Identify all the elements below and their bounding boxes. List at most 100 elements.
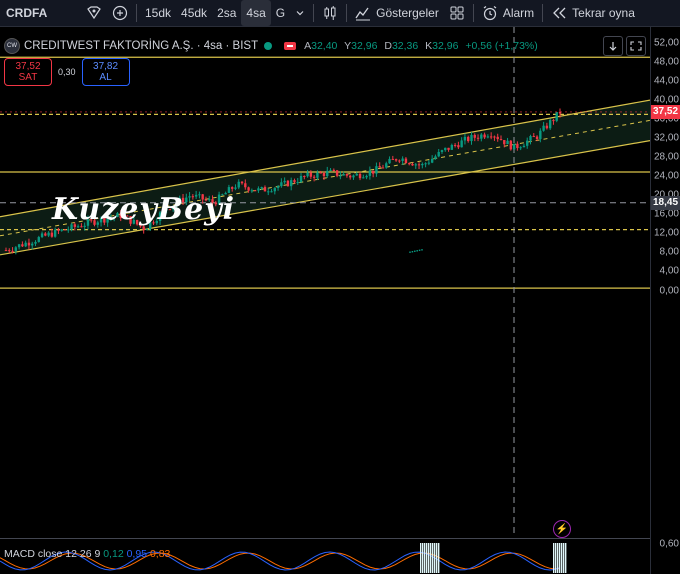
macd-histogram-bar xyxy=(420,543,422,573)
candle-body xyxy=(539,130,542,139)
candle-body xyxy=(237,181,240,188)
sell-button[interactable]: 37,52 SAT xyxy=(4,58,52,86)
candle-body xyxy=(335,170,339,176)
macd-histogram-bar xyxy=(559,543,561,573)
candle-body xyxy=(17,244,21,248)
candle-body xyxy=(417,164,421,166)
candle-body xyxy=(339,175,342,177)
candle-body xyxy=(548,120,552,129)
candle-body xyxy=(388,158,391,164)
candle-body xyxy=(355,173,358,176)
candle-body xyxy=(463,136,467,141)
candle-body xyxy=(240,181,244,184)
macd-histogram-bar xyxy=(553,543,555,573)
candle-body xyxy=(529,136,532,141)
interval-4sa[interactable]: 4sa xyxy=(241,0,271,26)
candle-body xyxy=(365,175,368,178)
layout-grid-icon[interactable] xyxy=(444,0,470,26)
macd-histogram-bar xyxy=(424,543,426,573)
symbol-title[interactable]: CREDITWEST FAKTORİNG A.Ş. · 4sa · BIST xyxy=(24,40,258,52)
price-axis[interactable]: 52,00 48,00 44,00 40,00 36,00 32,00 28,00 24,00… xyxy=(650,27,680,574)
candle-body xyxy=(522,145,526,148)
symbol-info-icon[interactable] xyxy=(81,0,107,26)
candle-body xyxy=(24,242,27,247)
candle-body xyxy=(509,140,513,150)
candle-body xyxy=(306,172,309,177)
candle-body xyxy=(375,166,378,174)
candle-body xyxy=(555,112,558,121)
interval-dropdown-icon[interactable] xyxy=(290,0,310,26)
scroll-down-button[interactable] xyxy=(603,36,623,56)
candle-body xyxy=(476,137,480,139)
price-chart-pane[interactable] xyxy=(0,27,650,537)
buy-button[interactable]: 37,82 AL xyxy=(81,58,130,86)
candle-body xyxy=(516,143,519,149)
candle-body xyxy=(496,136,499,140)
candle-body xyxy=(483,134,486,138)
chart-window: CRDFA 15dk 45dk 2sa 4sa G Göstergeler Al… xyxy=(0,0,680,574)
candle-body xyxy=(244,183,247,188)
divider xyxy=(136,4,137,22)
candle-body xyxy=(270,191,273,193)
price-axis-tick: 32,00 xyxy=(653,132,679,144)
lightning-event-icon[interactable]: ⚡ xyxy=(553,520,571,538)
trade-buttons: 37,52 SAT 0,30 37,82 AL xyxy=(4,58,130,86)
candle-body xyxy=(424,163,427,165)
candle-body xyxy=(11,250,14,252)
open-value: 32,40 xyxy=(311,40,338,52)
author-watermark: KuzeyBeyi xyxy=(52,192,236,227)
candle-body xyxy=(276,186,280,189)
interval-2sa[interactable]: 2sa xyxy=(212,0,241,26)
change-value: +0,56 (+1,73%) xyxy=(465,40,538,52)
fullscreen-button[interactable] xyxy=(626,36,646,56)
price-axis-tick: 28,00 xyxy=(653,151,679,163)
candle-body xyxy=(289,180,293,187)
macd-line-value: 0,95 xyxy=(126,548,148,560)
candle-body xyxy=(316,172,319,178)
macd-histogram-bar xyxy=(430,543,432,573)
rewind-icon xyxy=(553,7,566,19)
hide-series-icon[interactable] xyxy=(284,42,297,50)
price-axis-tick: 8,00 xyxy=(659,246,679,258)
candle-body xyxy=(293,180,296,183)
candle-body xyxy=(47,232,50,236)
macd-legend: MACD close 12 26 9 0,12 0,95 0,83 xyxy=(4,548,170,560)
candle-body xyxy=(230,187,234,189)
divider xyxy=(542,4,544,22)
candle-type-icon[interactable] xyxy=(317,0,343,26)
spread-value: 0,30 xyxy=(58,67,76,77)
candle-body xyxy=(8,250,11,252)
candle-body xyxy=(401,158,404,161)
candle-body xyxy=(473,134,476,138)
macd-label[interactable]: MACD close 12 26 9 xyxy=(4,548,100,560)
buy-label: AL xyxy=(99,72,112,83)
compare-symbol-icon[interactable] xyxy=(107,0,133,26)
interval-45dk[interactable]: 45dk xyxy=(176,0,212,26)
candle-body xyxy=(60,229,63,231)
candle-body xyxy=(430,158,434,163)
alarm-button[interactable]: Alarm xyxy=(477,0,539,26)
candle-body xyxy=(414,164,417,166)
candle-body xyxy=(296,181,299,183)
candle-body xyxy=(378,166,381,168)
candle-body xyxy=(263,187,267,192)
price-axis-tick: 0,00 xyxy=(659,285,679,297)
low-value: 32,36 xyxy=(391,40,419,52)
price-chart-canvas[interactable] xyxy=(0,27,650,537)
candle-body xyxy=(545,125,549,129)
candle-body xyxy=(480,134,483,139)
replay-button[interactable]: Tekrar oyna xyxy=(546,0,640,26)
candle-body xyxy=(532,136,535,138)
indicators-button[interactable]: Göstergeler xyxy=(350,0,444,26)
interval-g[interactable]: G xyxy=(271,0,290,26)
candle-body xyxy=(512,143,516,150)
price-axis-tick: 52,00 xyxy=(653,37,679,49)
expand-icon xyxy=(630,41,642,51)
interval-15dk[interactable]: 15dk xyxy=(140,0,176,26)
low-label: D xyxy=(384,40,392,52)
macd-histogram-bar xyxy=(422,543,424,573)
candle-body xyxy=(526,140,529,146)
candle-body xyxy=(50,232,54,237)
symbol-search[interactable]: CRDFA xyxy=(0,0,81,26)
candle-body xyxy=(506,140,509,145)
